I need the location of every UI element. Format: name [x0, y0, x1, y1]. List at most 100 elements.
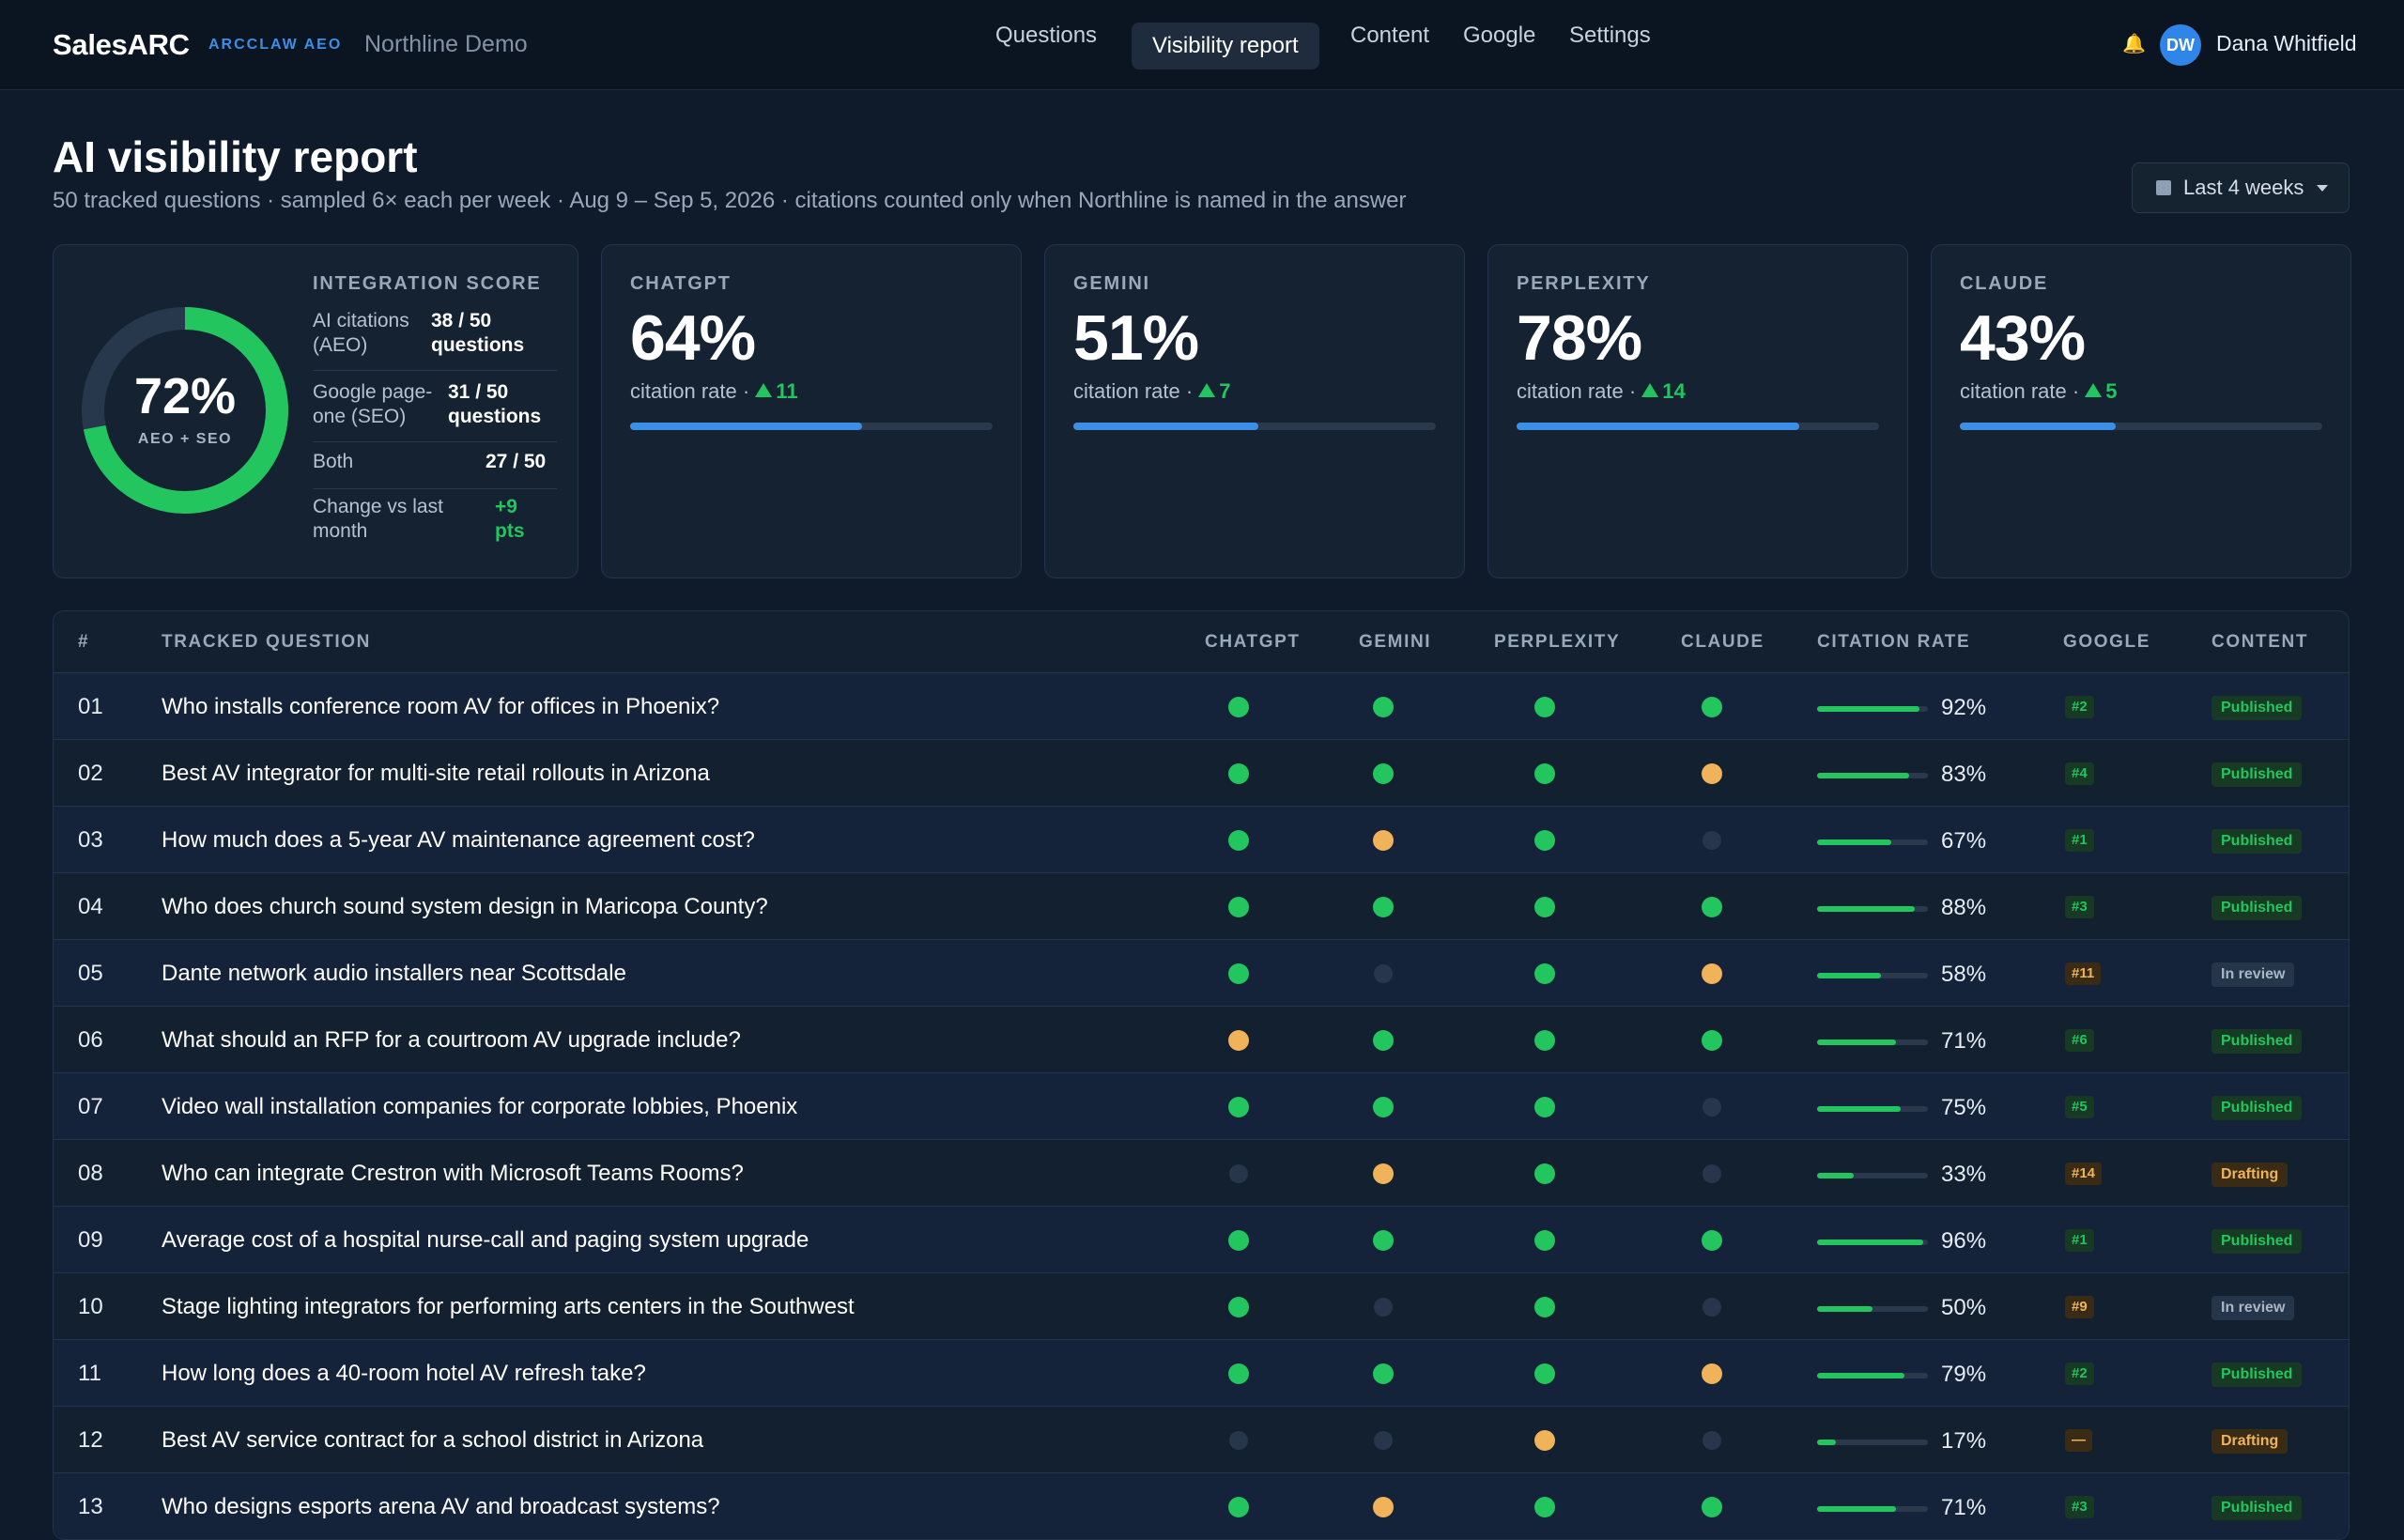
row-number: 05 [78, 961, 103, 986]
table-row[interactable]: 12 Best AV service contract for a school … [54, 1407, 2349, 1473]
question-text[interactable]: Dante network audio installers near Scot… [162, 961, 626, 987]
bell-icon[interactable]: 🔔 [2122, 32, 2146, 55]
citation-rate-bar [1817, 1306, 1928, 1312]
llm-bar [1517, 423, 1879, 430]
row-number: 03 [78, 827, 103, 853]
brand-logo[interactable]: SalesARC [53, 28, 190, 62]
content-status-badge[interactable]: Published [2211, 829, 2303, 854]
question-text[interactable]: Average cost of a hospital nurse-call an… [162, 1227, 809, 1254]
col-header-content[interactable]: CONTENT [2211, 632, 2308, 653]
col-header-google[interactable]: GOOGLE [2063, 632, 2150, 653]
table-row[interactable]: 09 Average cost of a hospital nurse-call … [54, 1207, 2349, 1273]
table-row[interactable]: 01 Who installs conference room AV for of… [54, 673, 2349, 740]
user-name[interactable]: Dana Whitfield [2216, 31, 2357, 56]
col-header-question[interactable]: TRACKED QUESTION [162, 632, 371, 653]
nav-content[interactable]: Content [1350, 21, 1429, 68]
col-header-chatgpt[interactable]: CHATGPT [1205, 632, 1301, 653]
citation-status-dot-green [1534, 1030, 1555, 1051]
question-text[interactable]: Who installs conference room AV for offi… [162, 694, 719, 720]
content-status-badge[interactable]: In review [2211, 1296, 2295, 1320]
llm-delta-value: 5 [2105, 379, 2118, 403]
citation-rate-value: 33% [1941, 1162, 1987, 1187]
table-row[interactable]: 08 Who can integrate Crestron with Micros… [54, 1140, 2349, 1207]
content-status-badge[interactable]: Published [2211, 762, 2303, 787]
content-status-badge[interactable]: Published [2211, 896, 2303, 920]
citation-status-dot-green [1534, 1297, 1555, 1317]
google-rank-badge: #4 [2065, 762, 2094, 785]
question-text[interactable]: Who designs esports arena AV and broadca… [162, 1494, 720, 1520]
col-header-claude[interactable]: CLAUDE [1681, 632, 1764, 653]
table-row[interactable]: 03 How much does a 5-year AV maintenance … [54, 807, 2349, 873]
question-text[interactable]: How long does a 40-room hotel AV refresh… [162, 1361, 646, 1387]
citation-status-dot-green [1228, 897, 1249, 917]
question-text[interactable]: Who does church sound system design in M… [162, 894, 768, 920]
nav-settings[interactable]: Settings [1569, 21, 1651, 68]
col-header-number[interactable]: # [78, 632, 89, 653]
question-text[interactable]: Best AV integrator for multi-site retail… [162, 761, 710, 787]
nav-questions[interactable]: Questions [995, 21, 1097, 68]
page-subtitle: 50 tracked questions · sampled 6× each p… [53, 188, 1407, 213]
citation-status-dot-green [1373, 1030, 1394, 1051]
citation-status-dot-green [1228, 1363, 1249, 1384]
content-status-badge[interactable]: Published [2211, 1229, 2303, 1254]
content-status-badge[interactable]: Drafting [2211, 1163, 2288, 1187]
content-status-badge[interactable]: Published [2211, 1096, 2303, 1120]
llm-subline: citation rate · 14 [1517, 379, 1686, 404]
content-status-badge[interactable]: In review [2211, 962, 2295, 987]
table-row[interactable]: 07 Video wall installation companies for … [54, 1073, 2349, 1140]
question-text[interactable]: What should an RFP for a courtroom AV up… [162, 1027, 741, 1054]
question-text[interactable]: Best AV service contract for a school di… [162, 1427, 703, 1454]
citation-rate-bar [1817, 839, 1928, 845]
col-header-citation-rate[interactable]: CITATION RATE [1817, 632, 1970, 653]
citation-status-dot-green [1534, 1163, 1555, 1184]
question-text[interactable]: Who can integrate Crestron with Microsof… [162, 1161, 744, 1187]
avatar[interactable]: DW [2160, 24, 2201, 66]
claude-card: CLAUDE 43% citation rate · 5 [1931, 244, 2351, 578]
question-text[interactable]: How much does a 5-year AV maintenance ag… [162, 827, 755, 854]
content-status-badge[interactable]: Drafting [2211, 1429, 2288, 1454]
table-row[interactable]: 04 Who does church sound system design in… [54, 873, 2349, 940]
nav-google[interactable]: Google [1463, 21, 1535, 68]
citation-status-dot-amber [1373, 1163, 1394, 1184]
date-range-dropdown[interactable]: Last 4 weeks [2132, 162, 2350, 213]
row-number: 09 [78, 1227, 103, 1253]
table-row[interactable]: 13 Who designs esports arena AV and broad… [54, 1473, 2349, 1539]
col-header-perplexity[interactable]: PERPLEXITY [1494, 632, 1620, 653]
nav-visibility-report[interactable]: Visibility report [1132, 23, 1319, 69]
question-text[interactable]: Stage lighting integrators for performin… [162, 1294, 855, 1320]
citation-status-dot-green [1702, 1030, 1722, 1051]
score-row-value: 38 / 50 questions [431, 310, 525, 356]
table-row[interactable]: 02 Best AV integrator for multi-site reta… [54, 740, 2349, 807]
llm-subline: citation rate · 5 [1960, 379, 2118, 404]
citation-status-dot-green [1373, 897, 1394, 917]
citation-status-dot-none [1229, 1164, 1248, 1183]
citation-rate-value: 96% [1941, 1228, 1987, 1254]
llm-bar-fill [1960, 423, 2116, 430]
row-number: 06 [78, 1027, 103, 1053]
citation-rate-bar-fill [1817, 1373, 1905, 1378]
score-row-both: Both 27 / 50 [313, 450, 557, 489]
content-status-badge[interactable]: Published [2211, 1029, 2303, 1054]
score-row-value: 31 / 50 questions [448, 381, 542, 427]
citation-status-dot-none [1374, 1431, 1393, 1450]
client-name[interactable]: Northline Demo [364, 31, 528, 58]
citation-rate-value: 83% [1941, 762, 1987, 787]
score-row-value: +9 pts [495, 496, 525, 542]
llm-name: CHATGPT [630, 273, 732, 294]
table-row[interactable]: 05 Dante network audio installers near Sc… [54, 940, 2349, 1007]
col-header-gemini[interactable]: GEMINI [1359, 632, 1431, 653]
content-status-badge[interactable]: Published [2211, 1363, 2303, 1387]
table-row[interactable]: 06 What should an RFP for a courtroom AV … [54, 1007, 2349, 1073]
score-label: AEO + SEO [137, 431, 233, 447]
table-row[interactable]: 10 Stage lighting integrators for perform… [54, 1273, 2349, 1340]
citation-status-dot-none [1703, 831, 1721, 850]
question-text[interactable]: Video wall installation companies for co… [162, 1094, 797, 1120]
citation-rate-bar-fill [1817, 1106, 1901, 1112]
trend-up-icon [2085, 383, 2103, 397]
trend-up-icon [755, 383, 773, 397]
table-row[interactable]: 11 How long does a 40-room hotel AV refre… [54, 1340, 2349, 1407]
content-status-badge[interactable]: Published [2211, 1496, 2303, 1520]
content-status-badge[interactable]: Published [2211, 696, 2303, 720]
gemini-card: GEMINI 51% citation rate · 7 [1044, 244, 1465, 578]
citation-rate-value: 92% [1941, 695, 1987, 720]
